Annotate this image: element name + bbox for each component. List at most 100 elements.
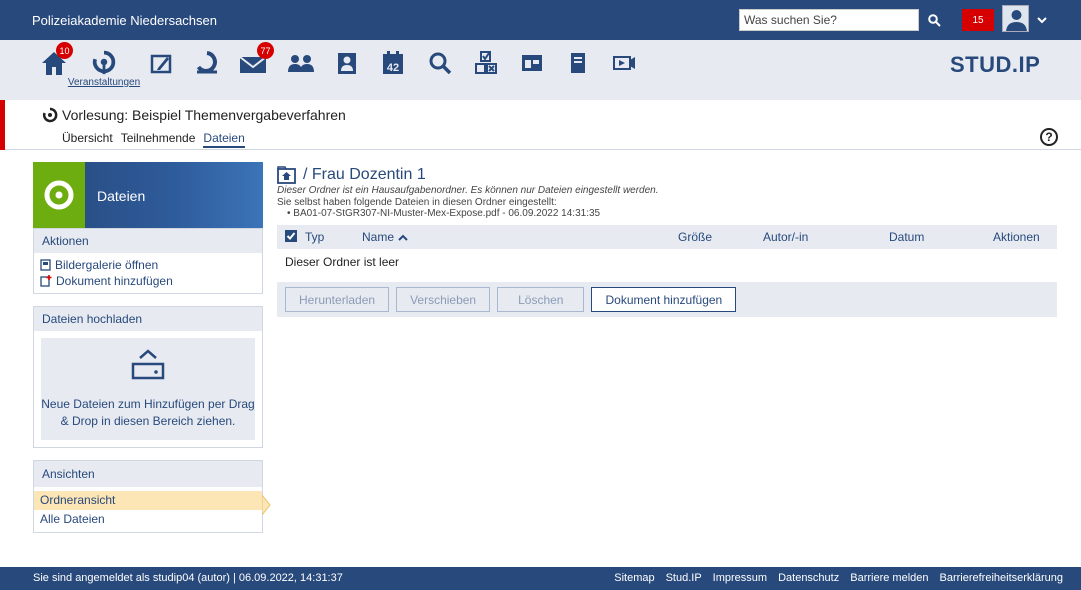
sidebar-title: Dateien [97,188,146,204]
footer-link-privacy[interactable]: Datenschutz [778,572,839,584]
user-icon [1003,6,1028,31]
avatar[interactable] [1002,5,1029,32]
delete-button[interactable]: Löschen [497,287,585,312]
own-files-description: Sie selbst haben folgende Dateien in die… [277,197,557,208]
footer-links: Sitemap Stud.IP Impressum Datenschutz Ba… [614,572,1063,584]
login-status: Sie sind angemeldet als studip04 (autor)… [33,572,343,584]
actions-heading: Aktionen [34,229,262,253]
search-input[interactable] [739,9,919,31]
file-table-header: Typ Name Größe Autor/-in Datum Aktionen [277,225,1057,249]
context-marker [0,100,5,150]
upload-heading: Dateien hochladen [34,307,262,331]
tab-overview[interactable]: Übersicht [62,131,113,148]
avatar-menu-toggle[interactable] [1034,12,1050,28]
sidebar-header: Dateien [33,162,263,228]
search-button[interactable] [923,9,945,31]
people-icon [288,55,314,72]
nav-blackboard[interactable] [139,48,183,88]
nav-courses-label[interactable]: Veranstaltungen [68,77,140,88]
empty-folder-message: Dieser Ordner ist leer [285,255,400,269]
notification-counter[interactable]: 15 [962,9,994,31]
move-button[interactable]: Verschieben [396,287,491,312]
main-navigation: 10 Veranstaltungen 77 42 [0,40,1081,100]
add-document-label: Dokument hinzufügen [56,274,173,288]
file-action-bar: Herunterladen Verschieben Löschen Dokume… [277,282,1057,317]
nav-courses[interactable]: Veranstaltungen [68,48,140,88]
actions-widget: Aktionen Bildergalerie öffnen Dokument h… [33,228,263,294]
upload-widget: Dateien hochladen Neue Dateien zum Hinzu… [33,306,263,448]
messages-badge: 77 [257,42,274,59]
calendar-icon: 42 [383,51,403,74]
layout-icon [522,55,542,71]
tab-participants[interactable]: Teilnehmende [121,131,196,148]
footer-link-sitemap[interactable]: Sitemap [614,572,654,584]
nav-profile[interactable] [325,48,369,88]
folder-breadcrumb: / Frau Dozentin 1 [277,166,1057,184]
tab-files[interactable]: Dateien [203,131,245,148]
checkbox-checked-icon [285,230,297,242]
col-name-label: Name [362,230,395,244]
studip-logo[interactable]: STUD.IP [950,52,1040,78]
footer-link-report-barrier[interactable]: Barriere melden [850,572,928,584]
col-size[interactable]: Größe [678,230,712,244]
folder-description: Dieser Ordner ist ein Hausaufgabenordner… [277,185,659,196]
courses-icon [92,50,116,75]
col-actions: Aktionen [993,230,1040,244]
brand-name[interactable]: Polizeiakademie Niedersachsen [32,13,217,28]
course-title-text: Vorlesung: Beispiel Themenvergabeverfahr… [62,107,346,123]
select-all-checkbox[interactable] [285,230,297,245]
context-bar: Vorlesung: Beispiel Themenvergabeverfahr… [0,100,1081,150]
view-all-files[interactable]: Alle Dateien [34,510,262,529]
community-icon [196,51,217,74]
studip-mark-icon [44,180,74,210]
footer-link-accessibility[interactable]: Barrierefreiheitserklärung [940,572,1064,584]
active-view-pointer [262,495,271,515]
download-button[interactable]: Herunterladen [285,287,390,312]
add-document-button[interactable]: Dokument hinzufügen [591,287,737,312]
top-bar: Polizeiakademie Niedersachsen 15 [0,0,1081,40]
footer-link-imprint[interactable]: Impressum [713,572,767,584]
nav-media[interactable] [602,48,646,88]
video-icon [613,56,635,70]
nav-tools[interactable] [464,48,508,88]
nav-workplace[interactable] [510,48,554,88]
nav-community[interactable] [185,48,229,88]
open-gallery-link[interactable]: Bildergalerie öffnen [34,257,262,273]
file-browser: / Frau Dozentin 1 Dieser Ordner ist ein … [277,166,1057,317]
sidebar-logo [33,162,85,228]
edit-board-icon [150,54,172,74]
document-icon [571,53,585,73]
sidebar: Dateien Aktionen Bildergalerie öffnen Do… [33,162,263,533]
col-name[interactable]: Name [362,230,408,244]
chevron-down-icon [1037,16,1047,23]
course-tabs: Übersicht Teilnehmende Dateien [62,131,245,148]
nav-documents[interactable] [556,48,600,88]
own-file-entry: • BA01-07-StGR307-NI-Muster-Mex-Expose.p… [287,208,601,219]
profile-icon [338,53,356,74]
sort-ascending-icon [398,234,408,241]
checkbox-grid-icon [475,51,497,74]
nav-messages[interactable]: 77 [231,42,275,88]
nav-search[interactable] [418,48,462,88]
col-type[interactable]: Typ [305,230,324,244]
course-title: Vorlesung: Beispiel Themenvergabeverfahr… [42,107,346,123]
folder-path[interactable]: / Frau Dozentin 1 [303,166,426,184]
col-date[interactable]: Datum [889,230,924,244]
course-icon [42,107,58,123]
own-file-text: BA01-07-StGR307-NI-Muster-Mex-Expose.pdf… [293,208,601,219]
magnifier-icon [429,52,452,75]
footer-link-studip[interactable]: Stud.IP [666,572,702,584]
upload-hint: Neue Dateien zum Hinzufügen per Drag & D… [41,397,255,428]
calendar-day: 42 [387,62,399,74]
help-icon[interactable]: ? [1040,128,1058,146]
home-folder-icon[interactable] [277,166,297,184]
gallery-icon [40,259,51,271]
nav-calendar[interactable]: 42 [371,48,415,88]
views-widget: Ansichten Ordneransicht Alle Dateien [33,460,263,533]
col-author[interactable]: Autor/-in [763,230,808,244]
search-icon [927,13,941,27]
nav-people[interactable] [279,48,323,88]
add-document-link[interactable]: Dokument hinzufügen [34,273,262,289]
view-folder[interactable]: Ordneransicht [34,491,262,510]
upload-dropzone[interactable]: Neue Dateien zum Hinzufügen per Drag & D… [41,338,255,440]
